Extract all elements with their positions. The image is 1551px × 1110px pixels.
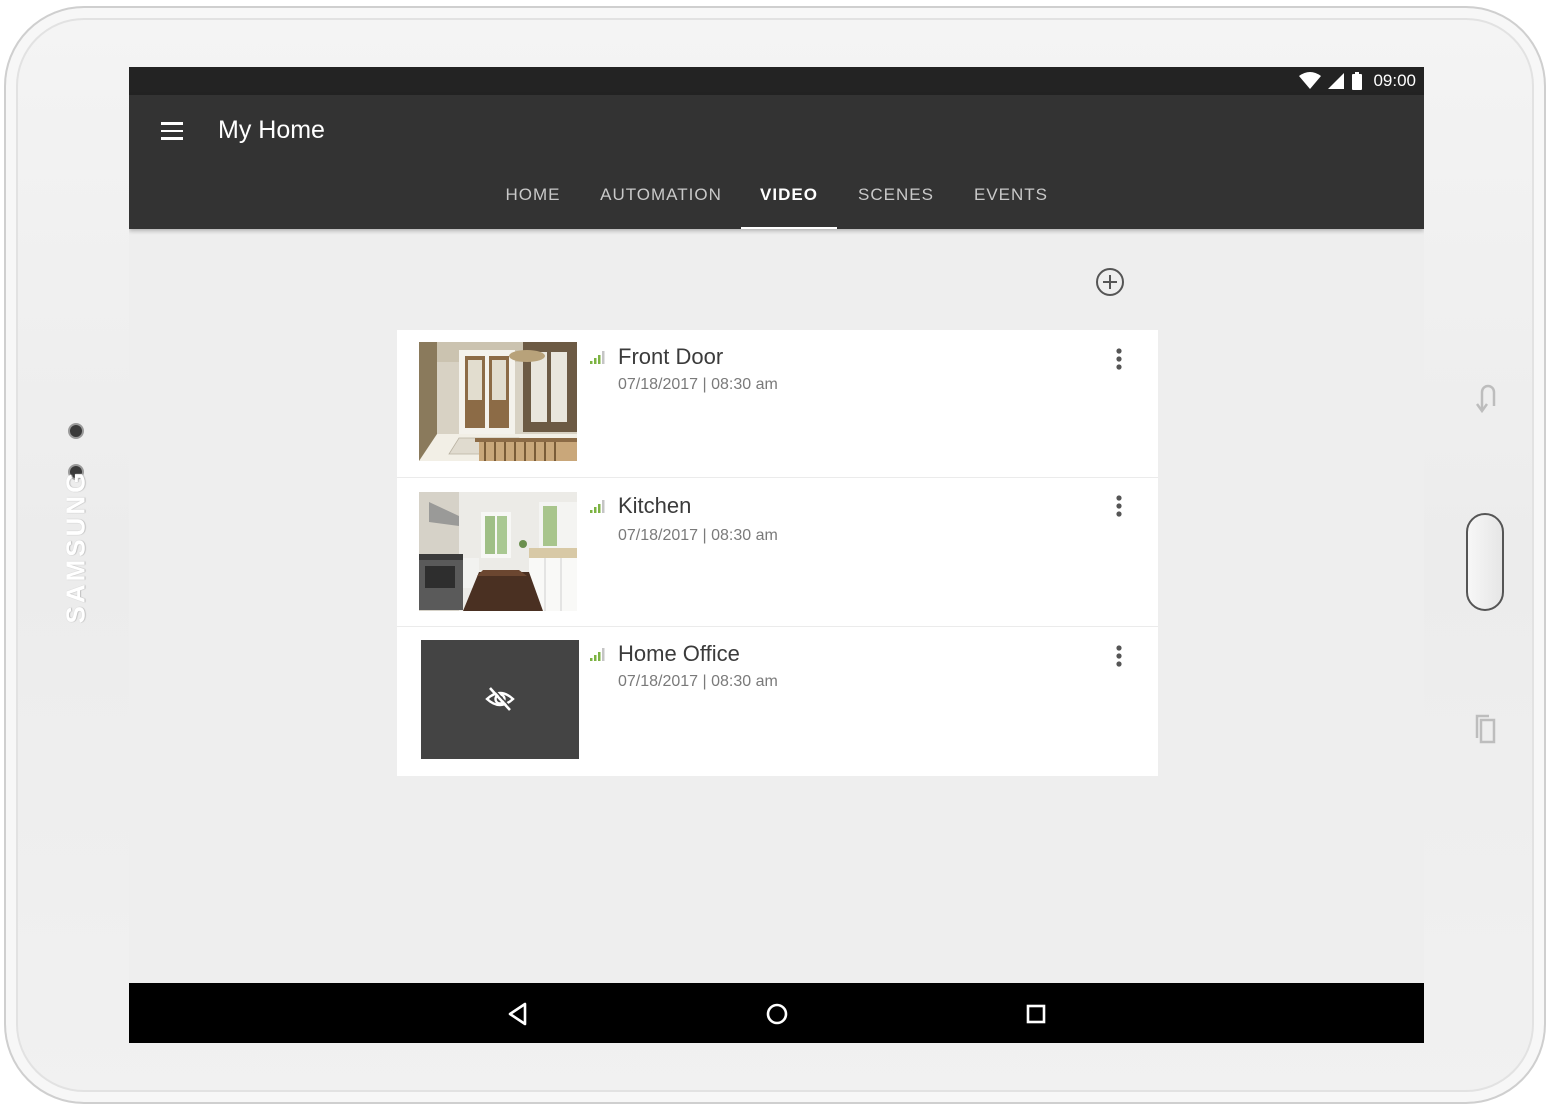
battery-icon — [1352, 72, 1363, 90]
front-door-thumbnail[interactable] — [419, 342, 577, 461]
hardware-recent-key-icon[interactable] — [1474, 712, 1498, 746]
cell-signal-icon — [1328, 73, 1345, 89]
more-vert-icon[interactable] — [1107, 643, 1131, 671]
hardware-back-key-icon[interactable] — [1474, 380, 1502, 414]
screen: 09:00 My Home HOME AUTOMATION VIDEO SCEN… — [129, 67, 1424, 1043]
tab-bar: HOME AUTOMATION VIDEO SCENES EVENTS — [129, 179, 1424, 229]
back-icon[interactable] — [503, 999, 533, 1029]
tab-automation[interactable]: AUTOMATION — [591, 179, 731, 229]
home-icon[interactable] — [762, 999, 792, 1029]
tab-home[interactable]: HOME — [495, 179, 571, 229]
hardware-home-key[interactable] — [1466, 513, 1504, 611]
app-bar: My Home HOME AUTOMATION VIDEO SCENES EVE… — [129, 95, 1424, 229]
status-bar: 09:00 — [129, 67, 1424, 95]
add-circle-icon[interactable] — [1095, 267, 1125, 297]
signal-strength-icon — [590, 648, 605, 661]
more-vert-icon[interactable] — [1107, 493, 1131, 521]
camera-name: Home Office — [618, 641, 740, 666]
status-time: 09:00 — [1373, 71, 1416, 90]
more-vert-icon[interactable] — [1107, 346, 1131, 374]
system-nav-bar — [129, 983, 1424, 1043]
camera-row-home-office[interactable]: Home Office 07/18/2017 | 08:30 am — [397, 627, 1158, 775]
wifi-icon — [1299, 72, 1322, 89]
page-title: My Home — [218, 116, 325, 144]
hamburger-menu-icon[interactable] — [157, 117, 189, 149]
camera-row-kitchen[interactable]: Kitchen 07/18/2017 | 08:30 am — [397, 479, 1158, 627]
front-camera — [68, 423, 84, 439]
camera-timestamp: 07/18/2017 | 08:30 am — [618, 673, 778, 690]
recents-icon[interactable] — [1021, 999, 1051, 1029]
camera-timestamp: 07/18/2017 | 08:30 am — [618, 527, 778, 544]
camera-list: Front Door 07/18/2017 | 08:30 am Kitchen… — [397, 330, 1158, 776]
camera-name: Front Door — [618, 344, 724, 369]
signal-strength-icon — [590, 351, 605, 364]
tab-video[interactable]: VIDEO — [741, 179, 837, 229]
camera-timestamp: 07/18/2017 | 08:30 am — [618, 376, 778, 393]
camera-row-front-door[interactable]: Front Door 07/18/2017 | 08:30 am — [397, 330, 1158, 478]
tab-scenes[interactable]: SCENES — [851, 179, 941, 229]
camera-name: Kitchen — [618, 493, 692, 518]
signal-strength-icon — [590, 500, 605, 513]
home-office-thumbnail[interactable] — [421, 640, 579, 759]
brand-logo: SAMSUNG — [60, 469, 91, 624]
kitchen-thumbnail[interactable] — [419, 492, 577, 611]
visibility-off-icon — [485, 686, 515, 711]
tab-events[interactable]: EVENTS — [965, 179, 1057, 229]
